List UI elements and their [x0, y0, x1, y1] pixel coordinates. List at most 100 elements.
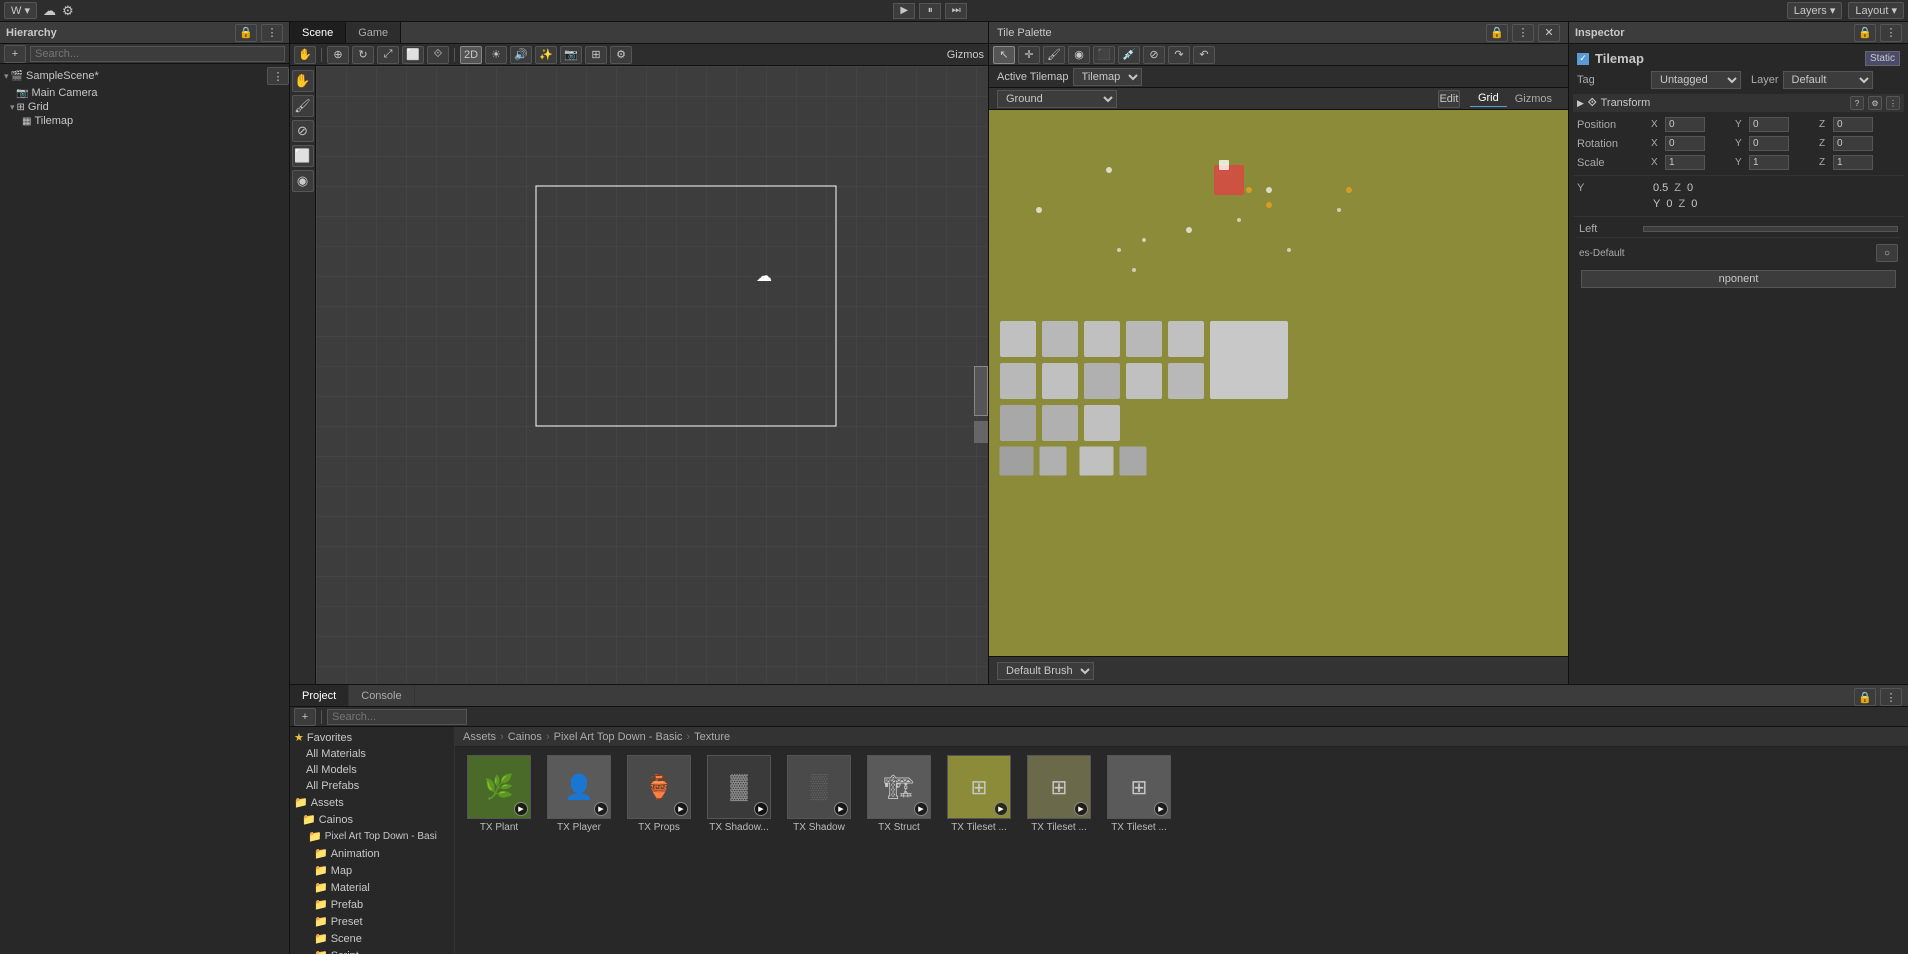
file-preset[interactable]: 📁 Preset: [290, 913, 454, 930]
asset-tx-tileset3[interactable]: ⊞ ▶ TX Tileset ...: [1103, 755, 1175, 833]
gizmos-btn[interactable]: ⚙: [610, 46, 632, 64]
asset-tx-plant-play[interactable]: ▶: [514, 802, 528, 816]
transform-tool-btn[interactable]: ⟐: [427, 46, 449, 64]
lighting-btn[interactable]: ☀: [485, 46, 507, 64]
hand-tool-btn[interactable]: ✋: [294, 46, 316, 64]
tile-gizmos-tab[interactable]: Gizmos: [1507, 91, 1560, 107]
file-all-models[interactable]: All Models: [290, 762, 454, 778]
tile-grid-tab[interactable]: Grid: [1470, 90, 1507, 107]
hierarchy-menu-btn[interactable]: ⋮: [261, 24, 283, 42]
game-tab[interactable]: Game: [346, 22, 401, 43]
pos-x-input[interactable]: [1665, 117, 1705, 132]
file-all-materials[interactable]: All Materials: [290, 746, 454, 762]
file-cainos[interactable]: 📁 Cainos: [290, 811, 454, 828]
tile-rotate-cw[interactable]: ↷: [1168, 46, 1190, 64]
tile-rotate-ccw[interactable]: ↶: [1193, 46, 1215, 64]
scene-view-canvas[interactable]: ☁: [316, 66, 988, 684]
fill-tool[interactable]: ◉: [292, 170, 314, 192]
hierarchy-lock-btn[interactable]: 🔒: [235, 24, 257, 42]
project-tab[interactable]: Project: [290, 685, 349, 706]
file-pixel-art[interactable]: 📁 Pixel Art Top Down - Basi: [290, 828, 454, 845]
asset-tx-struct[interactable]: 🏗 ▶ TX Struct: [863, 755, 935, 833]
fx-btn[interactable]: ✨: [535, 46, 557, 64]
transform-menu-btn[interactable]: ⋮: [1886, 96, 1900, 110]
tile-palette-lock-btn[interactable]: 🔒: [1486, 24, 1508, 42]
tile-eraser-tool[interactable]: ⊘: [1143, 46, 1165, 64]
tile-palette-menu-btn[interactable]: ⋮: [1512, 24, 1534, 42]
active-tilemap-select[interactable]: Tilemap: [1073, 68, 1142, 86]
cloud-btn[interactable]: ☁: [43, 3, 56, 19]
tile-palette-canvas[interactable]: [989, 110, 1568, 656]
2d-btn[interactable]: 2D: [460, 46, 482, 64]
pause-btn[interactable]: ⏸: [919, 3, 941, 19]
scale-tool-btn[interactable]: ⤢: [377, 46, 399, 64]
grid-btn[interactable]: ⊞: [585, 46, 607, 64]
asset-tx-player-play[interactable]: ▶: [594, 802, 608, 816]
bottom-menu-btn[interactable]: ⋮: [1880, 688, 1902, 706]
add-component-btn[interactable]: nponent: [1581, 270, 1896, 288]
scale-x-input[interactable]: [1665, 155, 1705, 170]
file-all-prefabs[interactable]: All Prefabs: [290, 778, 454, 794]
layer-select[interactable]: Default: [1783, 71, 1873, 89]
file-material[interactable]: 📁 Material: [290, 879, 454, 896]
scroll-indicator-2[interactable]: [974, 421, 988, 443]
hierarchy-add-btn[interactable]: +: [4, 45, 26, 63]
audio-btn[interactable]: 🔊: [510, 46, 532, 64]
file-script[interactable]: 📁 Script: [290, 947, 454, 954]
asset-tx-player[interactable]: 👤 ▶ TX Player: [543, 755, 615, 833]
file-map[interactable]: 📁 Map: [290, 862, 454, 879]
scene-tab[interactable]: Scene: [290, 22, 346, 43]
tile-picker-tool[interactable]: 💉: [1118, 46, 1140, 64]
asset-tx-shadow2-play[interactable]: ▶: [834, 802, 848, 816]
console-tab[interactable]: Console: [349, 685, 414, 706]
step-btn[interactable]: ⏭: [945, 3, 967, 19]
rot-z-input[interactable]: [1833, 136, 1873, 151]
inspector-menu-btn[interactable]: ⋮: [1880, 24, 1902, 42]
tile-select-tool[interactable]: ↖: [993, 46, 1015, 64]
brush-select[interactable]: Default Brush: [997, 662, 1094, 680]
asset-search-input[interactable]: [327, 709, 467, 725]
file-scene[interactable]: 📁 Scene: [290, 930, 454, 947]
file-assets[interactable]: 📁 Assets: [290, 794, 454, 811]
rect-tool-btn[interactable]: ⬜: [402, 46, 424, 64]
hier-item-samplescene[interactable]: ▾ 🎬 SampleScene* ⋮: [0, 66, 289, 86]
move-tool-btn[interactable]: ⊕: [327, 46, 349, 64]
asset-tx-struct-play[interactable]: ▶: [914, 802, 928, 816]
rot-y-input[interactable]: [1749, 136, 1789, 151]
play-btn[interactable]: ▶: [893, 3, 915, 19]
file-prefab[interactable]: 📁 Prefab: [290, 896, 454, 913]
static-badge[interactable]: Static: [1865, 51, 1900, 66]
hierarchy-search-input[interactable]: [30, 46, 285, 62]
w-menu-btn[interactable]: W ▾: [4, 2, 37, 19]
transform-settings-btn[interactable]: ⚙: [1868, 96, 1882, 110]
file-animation[interactable]: 📁 Animation: [290, 845, 454, 862]
asset-tx-plant[interactable]: 🌿 ▶ TX Plant: [463, 755, 535, 833]
tile-palette-close-btn[interactable]: ✕: [1538, 24, 1560, 42]
file-favorites[interactable]: ★ Favorites: [290, 729, 454, 746]
asset-tx-props-play[interactable]: ▶: [674, 802, 688, 816]
layers-dropdown-btn[interactable]: Layers ▾: [1787, 2, 1843, 19]
hier-item-grid[interactable]: ▾ ⊞ Grid: [0, 100, 289, 114]
eraser-tool[interactable]: ⊘: [292, 120, 314, 142]
transform-help-btn[interactable]: ?: [1850, 96, 1864, 110]
asset-tx-tileset2-play[interactable]: ▶: [1074, 802, 1088, 816]
asset-tx-shadow1-play[interactable]: ▶: [754, 802, 768, 816]
scale-z-input[interactable]: [1833, 155, 1873, 170]
scale-y-input[interactable]: [1749, 155, 1789, 170]
scroll-indicator[interactable]: [974, 366, 988, 416]
rotate-tool-btn[interactable]: ↻: [352, 46, 374, 64]
tilemap-enabled-checkbox[interactable]: ✓: [1577, 53, 1589, 65]
layout-dropdown-btn[interactable]: Layout ▾: [1848, 2, 1904, 19]
asset-tx-tileset3-play[interactable]: ▶: [1154, 802, 1168, 816]
pos-y-input[interactable]: [1749, 117, 1789, 132]
hier-opts-samplescene[interactable]: ⋮: [267, 67, 289, 85]
tile-rect-fill-tool[interactable]: ⬛: [1093, 46, 1115, 64]
scene-camera-btn[interactable]: 📷: [560, 46, 582, 64]
tile-brush-tool[interactable]: 🖌: [1043, 46, 1065, 64]
rot-x-input[interactable]: [1665, 136, 1705, 151]
tile-move-tool[interactable]: ✛: [1018, 46, 1040, 64]
asset-tx-tileset1-play[interactable]: ▶: [994, 802, 1008, 816]
asset-tx-props[interactable]: 🏺 ▶ TX Props: [623, 755, 695, 833]
pos-z-input[interactable]: [1833, 117, 1873, 132]
inspector-lock-btn[interactable]: 🔒: [1854, 24, 1876, 42]
